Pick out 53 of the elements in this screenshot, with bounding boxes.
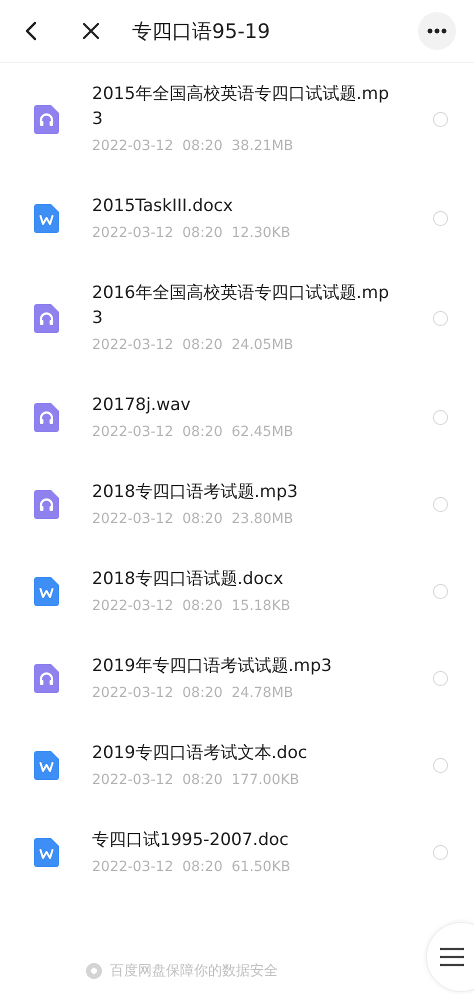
select-radio[interactable] (433, 584, 448, 599)
menu-icon (439, 947, 465, 967)
close-icon (82, 22, 100, 40)
select-radio[interactable] (433, 310, 448, 326)
file-row[interactable]: 2019年专四口语考试试题.mp3 2022-03-12 08:20 24.78MB (0, 635, 474, 722)
audio-file-icon (34, 104, 59, 134)
file-meta: 2022-03-12 08:20 38.21MB (92, 137, 294, 156)
select-radio[interactable] (433, 845, 448, 860)
file-meta: 2022-03-12 08:20 24.05MB (92, 336, 294, 355)
file-name: 2018专四口语考试题.mp3 (92, 481, 299, 504)
file-meta: 2022-03-12 08:20 177.00KB (92, 771, 300, 790)
file-name: 专四口试1995-2007.doc (92, 829, 290, 852)
file-name: 2015年全国高校英语专四口试试题.mp3 (92, 83, 390, 131)
word-file-icon (34, 838, 59, 867)
more-icon (427, 28, 447, 34)
select-radio[interactable] (433, 671, 448, 686)
file-meta: 2022-03-12 08:20 61.50KB (92, 858, 292, 877)
file-row[interactable]: 2019专四口语考试文本.doc 2022-03-12 08:20 177.00KB (0, 722, 474, 809)
audio-file-icon (34, 304, 59, 332)
file-meta: 2022-03-12 08:20 24.78MB (92, 684, 294, 703)
select-radio[interactable] (433, 758, 448, 773)
back-icon (24, 21, 38, 41)
file-name: 2019专四口语考试文本.doc (92, 742, 308, 765)
audio-file-icon (34, 490, 59, 519)
file-meta: 2022-03-12 08:20 15.18KB (92, 597, 292, 616)
word-file-icon (34, 204, 59, 233)
file-row[interactable]: 2018专四口语考试题.mp3 2022-03-12 08:20 23.80MB (0, 461, 474, 548)
file-name: 2016年全国高校英语专四口试试题.mp3 (92, 282, 390, 330)
file-row[interactable]: 2016年全国高校英语专四口试试题.mp3 2022-03-12 08:20 24.05MB (0, 262, 474, 374)
audio-file-icon (34, 403, 59, 432)
file-name: 20178j.wav (92, 394, 192, 417)
select-radio[interactable] (433, 211, 448, 226)
file-name: 2019年专四口语考试试题.mp3 (92, 655, 333, 678)
file-row[interactable]: 20178j.wav 2022-03-12 08:20 62.45MB (0, 374, 474, 461)
word-file-icon (34, 751, 59, 780)
shield-icon (86, 963, 102, 979)
more-button[interactable] (418, 12, 456, 50)
select-radio[interactable] (433, 497, 448, 512)
select-radio[interactable] (433, 112, 448, 126)
folder-title: 专四口语95-19 (132, 18, 272, 44)
file-row[interactable]: 2015TaskIII.docx 2022-03-12 08:20 12.30KB (0, 175, 474, 262)
file-name: 2015TaskIII.docx (92, 195, 234, 218)
file-row[interactable]: 专四口试1995-2007.doc 2022-03-12 08:20 61.50KB (0, 809, 474, 896)
security-notice: 百度网盘保障你的数据安全 (110, 962, 278, 980)
file-row[interactable]: 2018专四口语试题.docx 2022-03-12 08:20 15.18KB (0, 548, 474, 635)
file-meta: 2022-03-12 08:20 23.80MB (92, 510, 294, 529)
file-meta: 2022-03-12 08:20 12.30KB (92, 224, 292, 243)
file-name: 2018专四口语试题.docx (92, 568, 284, 591)
audio-file-icon (34, 664, 59, 693)
file-row[interactable]: 2015年全国高校英语专四口试试题.mp3 2022-03-12 08:20 38.21MB (0, 63, 474, 175)
word-file-icon (34, 577, 59, 606)
file-meta: 2022-03-12 08:20 62.45MB (92, 423, 294, 442)
select-radio[interactable] (433, 410, 448, 425)
